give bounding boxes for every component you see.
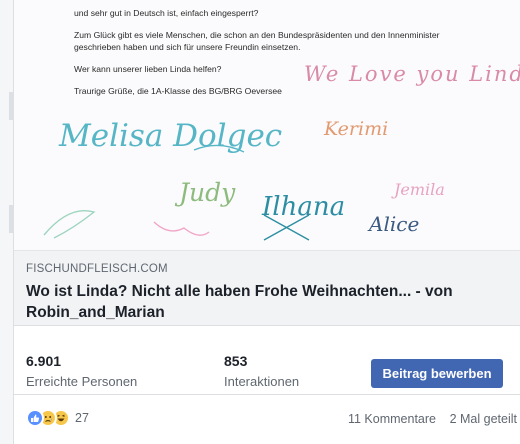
link-domain: FISCHUNDFLEISCH.COM	[26, 263, 168, 275]
reach-value: 6.901	[26, 353, 62, 369]
link-title[interactable]: Wo ist Linda? Nicht alle haben Frohe Wei…	[26, 281, 496, 323]
signature-strokes	[43, 144, 310, 241]
shares-link[interactable]: 2 Mal geteilt	[450, 412, 517, 426]
post-card: und sehr gut in Deutsch ist, einfach ein…	[13, 0, 520, 444]
post-image[interactable]: und sehr gut in Deutsch ist, einfach ein…	[14, 0, 520, 251]
reactions-summary[interactable]: 27	[26, 409, 89, 427]
interactions-label: Interaktionen	[224, 374, 300, 389]
interactions-value: 853	[224, 353, 248, 369]
link-preview[interactable]: FISCHUNDFLEISCH.COM Wo ist Linda? Nicht …	[14, 251, 520, 326]
feed-left-gutter	[0, 0, 13, 444]
post-insights: 6.901 Erreichte Personen 853 Interaktion…	[14, 340, 520, 395]
like-icon	[26, 409, 44, 427]
boost-post-button[interactable]: Beitrag bewerben	[371, 359, 503, 388]
reach-label: Erreichte Personen	[26, 374, 138, 389]
comments-link[interactable]: 11 Kommentare	[348, 412, 436, 426]
reaction-count: 27	[75, 411, 89, 425]
engagement-bar: 27 11 Kommentare 2 Mal geteilt	[14, 400, 520, 440]
